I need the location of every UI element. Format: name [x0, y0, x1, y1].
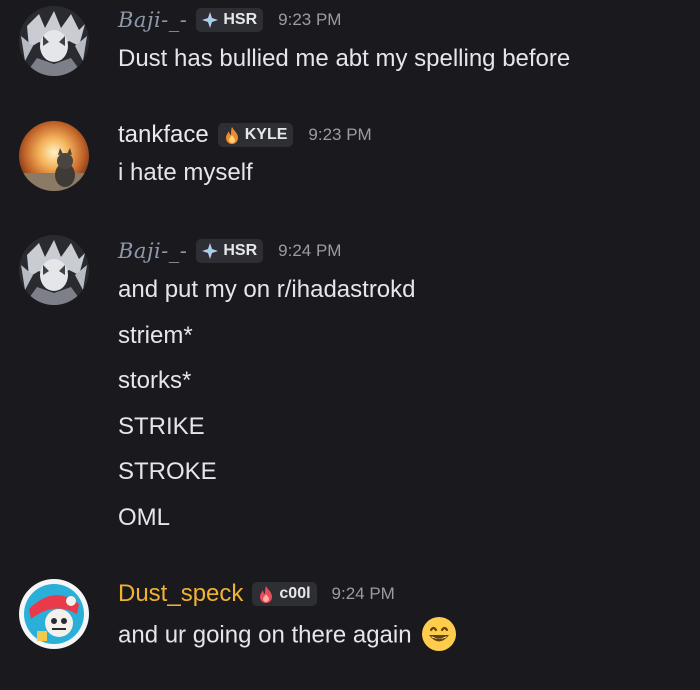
flame-icon [260, 586, 273, 603]
message-text: and ur going on there again [118, 617, 458, 651]
message-text: OML [118, 504, 171, 531]
message-header: Baji-_- HSR 9:23 PM [118, 5, 341, 35]
message-text: striem* [118, 322, 193, 349]
timestamp[interactable]: 9:23 PM [308, 125, 371, 145]
role-tag[interactable]: KYLE [217, 123, 294, 147]
avatar[interactable] [19, 235, 89, 305]
username[interactable]: tankface [118, 121, 209, 149]
timestamp[interactable]: 9:24 PM [332, 584, 395, 604]
message-text: storks* [118, 367, 192, 394]
flame-icon [225, 127, 238, 144]
message-header: Baji-_- HSR 9:24 PM [118, 236, 341, 266]
message-text: STRIKE [118, 413, 205, 440]
grinning-smile-emoji[interactable] [420, 615, 458, 653]
role-tag[interactable]: HSR [196, 8, 264, 32]
role-tag[interactable]: c00l [252, 582, 317, 606]
message-text-content: and ur going on there again [118, 621, 412, 649]
message-text: i hate myself [118, 159, 253, 186]
message-text: Dust has bullied me abt my spelling befo… [118, 45, 571, 72]
message-text: and put my on r/ihadastrokd [118, 276, 416, 303]
sparkle-diamond-icon [202, 243, 219, 259]
message-text: STROKE [118, 458, 217, 485]
username[interactable]: Baji-_- [118, 8, 187, 32]
role-tag-label: c00l [279, 585, 311, 602]
role-tag-label: KYLE [244, 126, 288, 143]
username[interactable]: Dust_speck [118, 580, 243, 608]
avatar[interactable] [19, 579, 89, 649]
message-header: tankface KYLE 9:23 PM [118, 120, 372, 150]
role-tag[interactable]: HSR [196, 239, 264, 263]
sparkle-diamond-icon [202, 12, 219, 28]
avatar[interactable] [19, 6, 89, 76]
avatar[interactable] [19, 121, 89, 191]
timestamp[interactable]: 9:24 PM [278, 241, 341, 261]
role-tag-label: HSR [223, 242, 258, 259]
username[interactable]: Baji-_- [118, 239, 187, 263]
role-tag-label: HSR [223, 11, 258, 28]
timestamp[interactable]: 9:23 PM [278, 10, 341, 30]
message-header: Dust_speck c00l 9:24 PM [118, 579, 395, 609]
